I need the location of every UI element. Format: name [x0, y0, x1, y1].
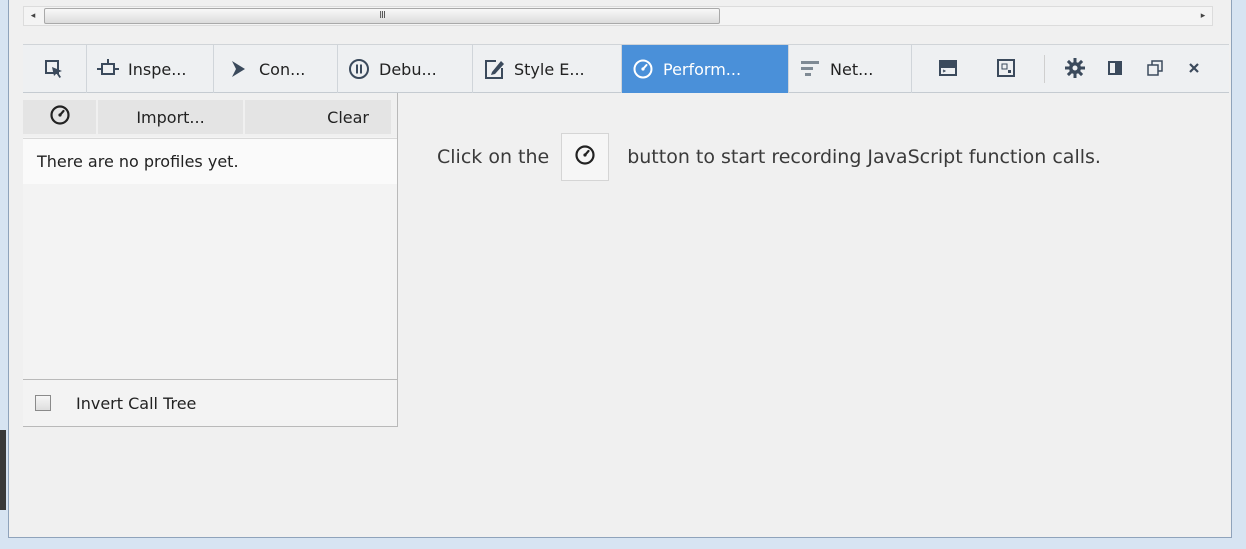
tab-label: Style E... — [514, 59, 585, 79]
tab-label: Net... — [830, 59, 874, 79]
toolbar-separator — [1044, 55, 1045, 83]
message-suffix: button to start recording JavaScript fun… — [627, 146, 1101, 168]
debugger-icon — [348, 58, 370, 80]
tab-label: Con... — [259, 59, 306, 79]
style-editor-icon — [483, 58, 505, 80]
scroll-right-arrow-icon[interactable]: ▸ — [1194, 7, 1212, 25]
network-icon — [799, 58, 821, 80]
responsive-design-icon[interactable] — [995, 57, 1017, 79]
devtools-window: ◂ III ▸ Inspe... Con... Debu... Style E.… — [8, 0, 1232, 538]
pick-element-button[interactable] — [23, 45, 87, 93]
start-recording-button[interactable] — [23, 100, 96, 134]
window-edge — [0, 430, 6, 510]
inline-record-button[interactable] — [561, 133, 610, 181]
tab-console[interactable]: Con... — [214, 45, 338, 93]
console-icon — [228, 58, 250, 80]
tab-label: Inspe... — [128, 59, 187, 79]
tab-label: Perform... — [663, 59, 742, 79]
split-console-icon[interactable] — [937, 57, 959, 79]
empty-state-message: Click on the button to start recording J… — [437, 133, 1101, 181]
stopwatch-icon — [574, 144, 596, 171]
dock-side-icon[interactable] — [1104, 57, 1126, 79]
close-icon[interactable] — [1183, 57, 1205, 79]
invert-call-tree-label: Invert Call Tree — [76, 393, 197, 413]
clear-button[interactable]: Clear — [245, 100, 391, 134]
horizontal-scrollbar[interactable]: ◂ III ▸ — [23, 6, 1213, 26]
performance-icon — [632, 58, 654, 80]
tab-performance[interactable]: Perform... — [622, 45, 789, 93]
tab-network[interactable]: Net... — [789, 45, 912, 93]
scrollbar-thumb[interactable]: III — [44, 8, 720, 24]
devtools-toolbar: Inspe... Con... Debu... Style E... Perfo… — [23, 44, 1229, 93]
inspector-icon — [97, 58, 119, 80]
settings-gear-icon[interactable] — [1064, 57, 1086, 79]
sidebar-toolbar: Import... Clear — [23, 93, 397, 137]
stopwatch-icon — [49, 104, 71, 130]
empty-profiles-message: There are no profiles yet. — [23, 139, 397, 184]
tab-style-editor[interactable]: Style E... — [473, 45, 622, 93]
scroll-left-arrow-icon[interactable]: ◂ — [24, 7, 42, 25]
undock-window-icon[interactable] — [1144, 57, 1166, 79]
tab-inspector[interactable]: Inspe... — [87, 45, 214, 93]
tab-debugger[interactable]: Debu... — [338, 45, 473, 93]
tab-label: Debu... — [379, 59, 437, 79]
invert-call-tree-checkbox[interactable] — [35, 395, 51, 411]
profiles-sidebar: Import... Clear There are no profiles ye… — [23, 93, 398, 427]
pick-element-icon — [43, 58, 65, 80]
import-button[interactable]: Import... — [98, 100, 243, 134]
message-prefix: Click on the — [437, 146, 550, 168]
invert-call-tree-row[interactable]: Invert Call Tree — [23, 379, 397, 426]
profiles-list: There are no profiles yet. — [23, 138, 397, 379]
